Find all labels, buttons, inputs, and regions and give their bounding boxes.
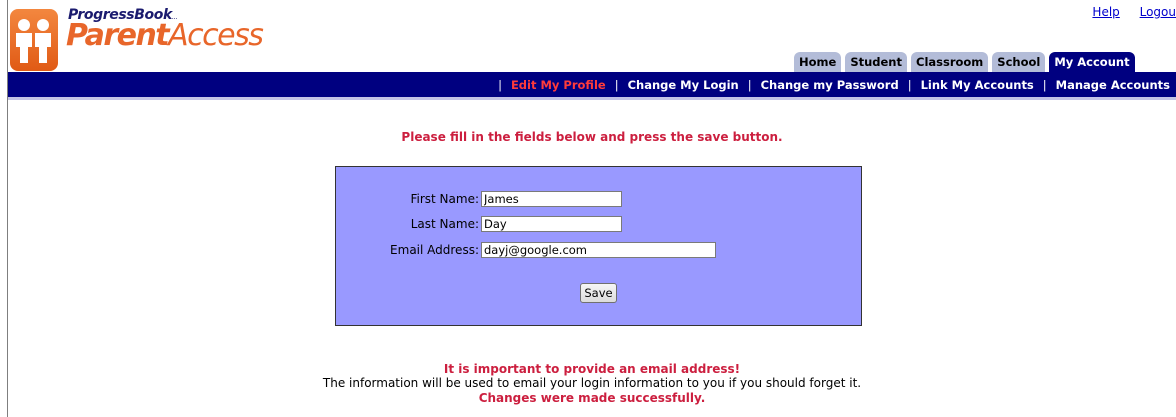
tab-my-account[interactable]: My Account: [1049, 52, 1135, 72]
nav-underline: [8, 97, 1176, 100]
instruction-text: Please fill in the fields below and pres…: [401, 130, 783, 144]
tab-classroom[interactable]: Classroom: [911, 52, 989, 72]
last-name-input[interactable]: [481, 216, 622, 232]
top-links: Help Logou: [1076, 5, 1176, 19]
last-name-label: Last Name:: [410, 217, 479, 231]
help-link[interactable]: Help: [1092, 5, 1119, 19]
email-input[interactable]: [481, 242, 716, 258]
first-name-label: First Name:: [410, 192, 479, 206]
nav-separator: |: [498, 78, 502, 92]
status-message: Changes were made successfully.: [478, 391, 706, 405]
email-label: Email Address:: [390, 243, 479, 257]
sub-navigation-bar: | Edit My Profile | Change My Login | Ch…: [8, 72, 1176, 97]
nav-separator: |: [907, 78, 912, 92]
tab-home[interactable]: Home: [794, 52, 842, 72]
main-tabs: Home Student Classroom School My Account: [794, 52, 1135, 72]
tab-student[interactable]: Student: [845, 52, 907, 72]
email-info-text: The information will be used to email yo…: [322, 376, 862, 390]
profile-form: First Name: Last Name: Email Address: Sa…: [335, 166, 862, 326]
nav-separator: |: [747, 78, 752, 92]
nav-separator: |: [614, 78, 619, 92]
email-notice: It is important to provide an email addr…: [443, 362, 741, 376]
nav-manage-accounts[interactable]: Manage Accounts: [1056, 78, 1170, 92]
logo: [10, 9, 58, 71]
save-button[interactable]: Save: [580, 283, 617, 303]
nav-edit-my-profile[interactable]: Edit My Profile: [511, 78, 606, 92]
tab-school[interactable]: School: [992, 52, 1046, 72]
nav-change-my-password[interactable]: Change my Password: [761, 78, 899, 92]
parent-child-icon: [16, 19, 51, 63]
first-name-input[interactable]: [481, 191, 622, 207]
nav-change-my-login[interactable]: Change My Login: [628, 78, 739, 92]
brand-name-main: ParentAccess: [66, 18, 264, 53]
logout-link[interactable]: Logou: [1140, 5, 1176, 19]
nav-link-my-accounts[interactable]: Link My Accounts: [921, 78, 1034, 92]
nav-separator: |: [1042, 78, 1047, 92]
page-frame-border: [7, 0, 8, 417]
